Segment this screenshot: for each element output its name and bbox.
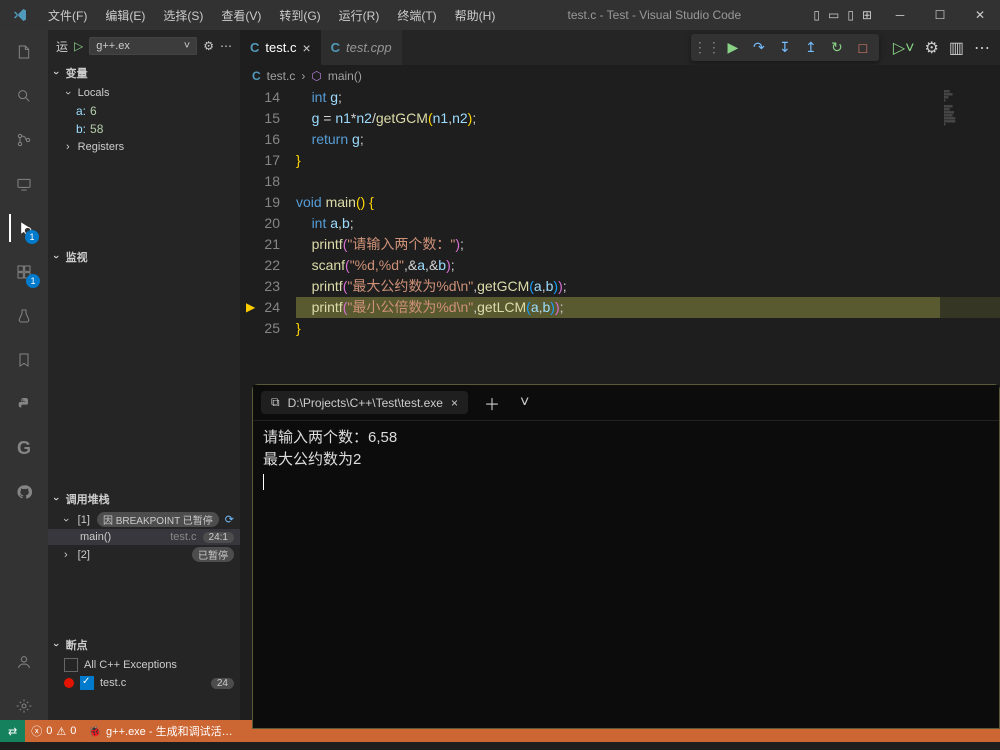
debug-toolbar[interactable]: ⋮⋮ ▶ ↷ ↧ ↥ ↻ □ xyxy=(691,34,879,61)
terminal-window: ⧉ D:\Projects\C++\Test\test.exe × ＋ ˅ 请输… xyxy=(252,384,1000,729)
continue-icon[interactable]: ▶ xyxy=(721,36,745,60)
debug-config-item[interactable]: 🐞 g++.exe - 生成和调试活… xyxy=(82,723,238,739)
search-icon[interactable] xyxy=(10,82,38,110)
breadcrumb-symbol[interactable]: main() xyxy=(328,69,362,83)
accounts-icon[interactable] xyxy=(10,648,38,676)
stop-icon[interactable]: □ xyxy=(851,36,875,60)
c-file-icon: C xyxy=(250,40,259,55)
vscode-logo-icon xyxy=(0,7,40,23)
stack-frame[interactable]: main() test.c 24:1 xyxy=(48,529,240,545)
breadcrumb[interactable]: C test.c › ⬡ main() xyxy=(240,65,1000,87)
close-terminal-icon[interactable]: × xyxy=(451,396,458,410)
config-dropdown[interactable]: g++.ex˅ xyxy=(89,37,197,55)
terminal-line: 最大公约数为2 xyxy=(263,449,989,471)
variables-section[interactable]: 变量 xyxy=(48,62,240,84)
menu-file[interactable]: 文件(F) xyxy=(40,3,95,28)
bookmark-icon[interactable] xyxy=(10,346,38,374)
testing-icon[interactable] xyxy=(10,302,38,330)
menu-terminal[interactable]: 终端(T) xyxy=(389,3,444,28)
panel-right-icon[interactable]: ▯ xyxy=(847,8,854,22)
tab-test-cpp[interactable]: C test.cpp xyxy=(321,30,402,65)
var-a[interactable]: a: 6 xyxy=(48,102,240,120)
run-label: 运 xyxy=(56,38,68,55)
breadcrumb-file[interactable]: test.c xyxy=(267,69,296,83)
thread-1[interactable]: [1]因 BREAKPOINT 已暂停⟳ xyxy=(48,510,240,529)
registers-node[interactable]: Registers xyxy=(48,138,240,156)
thread-2[interactable]: [2]已暂停 xyxy=(48,545,240,564)
editor-more-icon[interactable]: ⋯ xyxy=(974,38,990,58)
split-editor-icon[interactable]: ▥ xyxy=(949,38,964,58)
editor-tabs: C test.c × C test.cpp ⋮⋮ ▶ ↷ ↧ ↥ ↻ □ ▷˅ … xyxy=(240,30,1000,65)
tab-label: test.c xyxy=(265,40,296,55)
menu-go[interactable]: 转到(G) xyxy=(271,3,328,28)
panel-bottom-icon[interactable]: ▭ xyxy=(828,8,839,22)
run-file-icon[interactable]: ▷˅ xyxy=(893,38,915,58)
new-tab-icon[interactable]: ＋ xyxy=(476,387,508,419)
menu-run[interactable]: 运行(R) xyxy=(331,3,388,28)
step-over-icon[interactable]: ↷ xyxy=(747,36,771,60)
close-tab-icon[interactable]: × xyxy=(302,40,310,56)
breakpoints-section[interactable]: 断点 xyxy=(48,634,240,656)
step-into-icon[interactable]: ↧ xyxy=(773,36,797,60)
terminal-tabs: ⧉ D:\Projects\C++\Test\test.exe × ＋ ˅ xyxy=(253,385,999,421)
restart-icon[interactable]: ↻ xyxy=(825,36,849,60)
start-debug-icon[interactable]: ▷ xyxy=(74,39,83,53)
extensions-icon[interactable]: 1 xyxy=(10,258,38,286)
python-icon[interactable] xyxy=(10,390,38,418)
menu-help[interactable]: 帮助(H) xyxy=(447,3,504,28)
terminal-tab[interactable]: ⧉ D:\Projects\C++\Test\test.exe × xyxy=(261,391,468,414)
step-out-icon[interactable]: ↥ xyxy=(799,36,823,60)
editor-gear-icon[interactable]: ⚙ xyxy=(925,38,939,58)
panel-left-icon[interactable]: ▯ xyxy=(813,8,820,22)
run-header: 运 ▷ g++.ex˅ ⚙ ⋯ xyxy=(48,30,240,62)
gear-icon[interactable]: ⚙ xyxy=(203,39,214,53)
remote-icon[interactable] xyxy=(10,170,38,198)
maximize-button[interactable]: ☐ xyxy=(920,0,960,30)
window-controls: ─ ☐ ✕ xyxy=(880,0,1000,30)
terminal-cursor xyxy=(263,474,264,490)
explorer-icon[interactable] xyxy=(10,38,38,66)
errors-item[interactable]: ⓧ 0 ⚠ 0 xyxy=(25,723,82,739)
source-control-icon[interactable] xyxy=(10,126,38,154)
function-icon: ⬡ xyxy=(311,69,321,83)
menu-view[interactable]: 查看(V) xyxy=(213,3,269,28)
locals-node[interactable]: Locals xyxy=(48,84,240,102)
bp-test-c[interactable]: test.c24 xyxy=(48,674,240,692)
terminal-dropdown-icon[interactable]: ˅ xyxy=(516,390,533,416)
terminal-tab-title: D:\Projects\C++\Test\test.exe xyxy=(288,396,443,410)
menu-select[interactable]: 选择(S) xyxy=(155,3,211,28)
cpp-file-icon: C xyxy=(331,40,340,55)
run-debug-icon[interactable]: 1 xyxy=(9,214,37,242)
tab-label: test.cpp xyxy=(346,40,392,55)
tab-test-c[interactable]: C test.c × xyxy=(240,30,321,65)
github-icon[interactable] xyxy=(10,478,38,506)
more-icon[interactable]: ⋯ xyxy=(220,39,232,53)
gitlens-icon[interactable]: G xyxy=(10,434,38,462)
activity-bar: 1 1 G xyxy=(0,30,48,720)
minimize-button[interactable]: ─ xyxy=(880,0,920,30)
menu-edit[interactable]: 编辑(E) xyxy=(97,3,153,28)
bp-all-cpp[interactable]: All C++ Exceptions xyxy=(48,656,240,674)
terminal-icon: ⧉ xyxy=(271,395,280,410)
callstack-section[interactable]: 调用堆栈 xyxy=(48,488,240,510)
terminal-line: 请输入两个数：6,58 xyxy=(263,427,989,449)
title-bar: 文件(F) 编辑(E) 选择(S) 查看(V) 转到(G) 运行(R) 终端(T… xyxy=(0,0,1000,30)
watch-section[interactable]: 监视 xyxy=(48,246,240,268)
terminal-output[interactable]: 请输入两个数：6,58 最大公约数为2 xyxy=(253,421,999,728)
close-button[interactable]: ✕ xyxy=(960,0,1000,30)
remote-indicator[interactable]: ⇄ xyxy=(0,720,25,742)
debug-sidebar: 运 ▷ g++.ex˅ ⚙ ⋯ 变量 Locals a: 6 b: 58 Reg… xyxy=(48,30,240,720)
settings-icon[interactable] xyxy=(10,692,38,720)
layout-controls: ▯ ▭ ▯ ⊞ xyxy=(805,8,880,22)
c-file-icon: C xyxy=(252,69,261,83)
drag-handle-icon[interactable]: ⋮⋮ xyxy=(695,36,719,60)
window-title: test.c - Test - Visual Studio Code xyxy=(503,8,805,22)
var-b[interactable]: b: 58 xyxy=(48,120,240,138)
layout-icon[interactable]: ⊞ xyxy=(862,8,872,22)
menu-bar: 文件(F) 编辑(E) 选择(S) 查看(V) 转到(G) 运行(R) 终端(T… xyxy=(40,3,503,28)
